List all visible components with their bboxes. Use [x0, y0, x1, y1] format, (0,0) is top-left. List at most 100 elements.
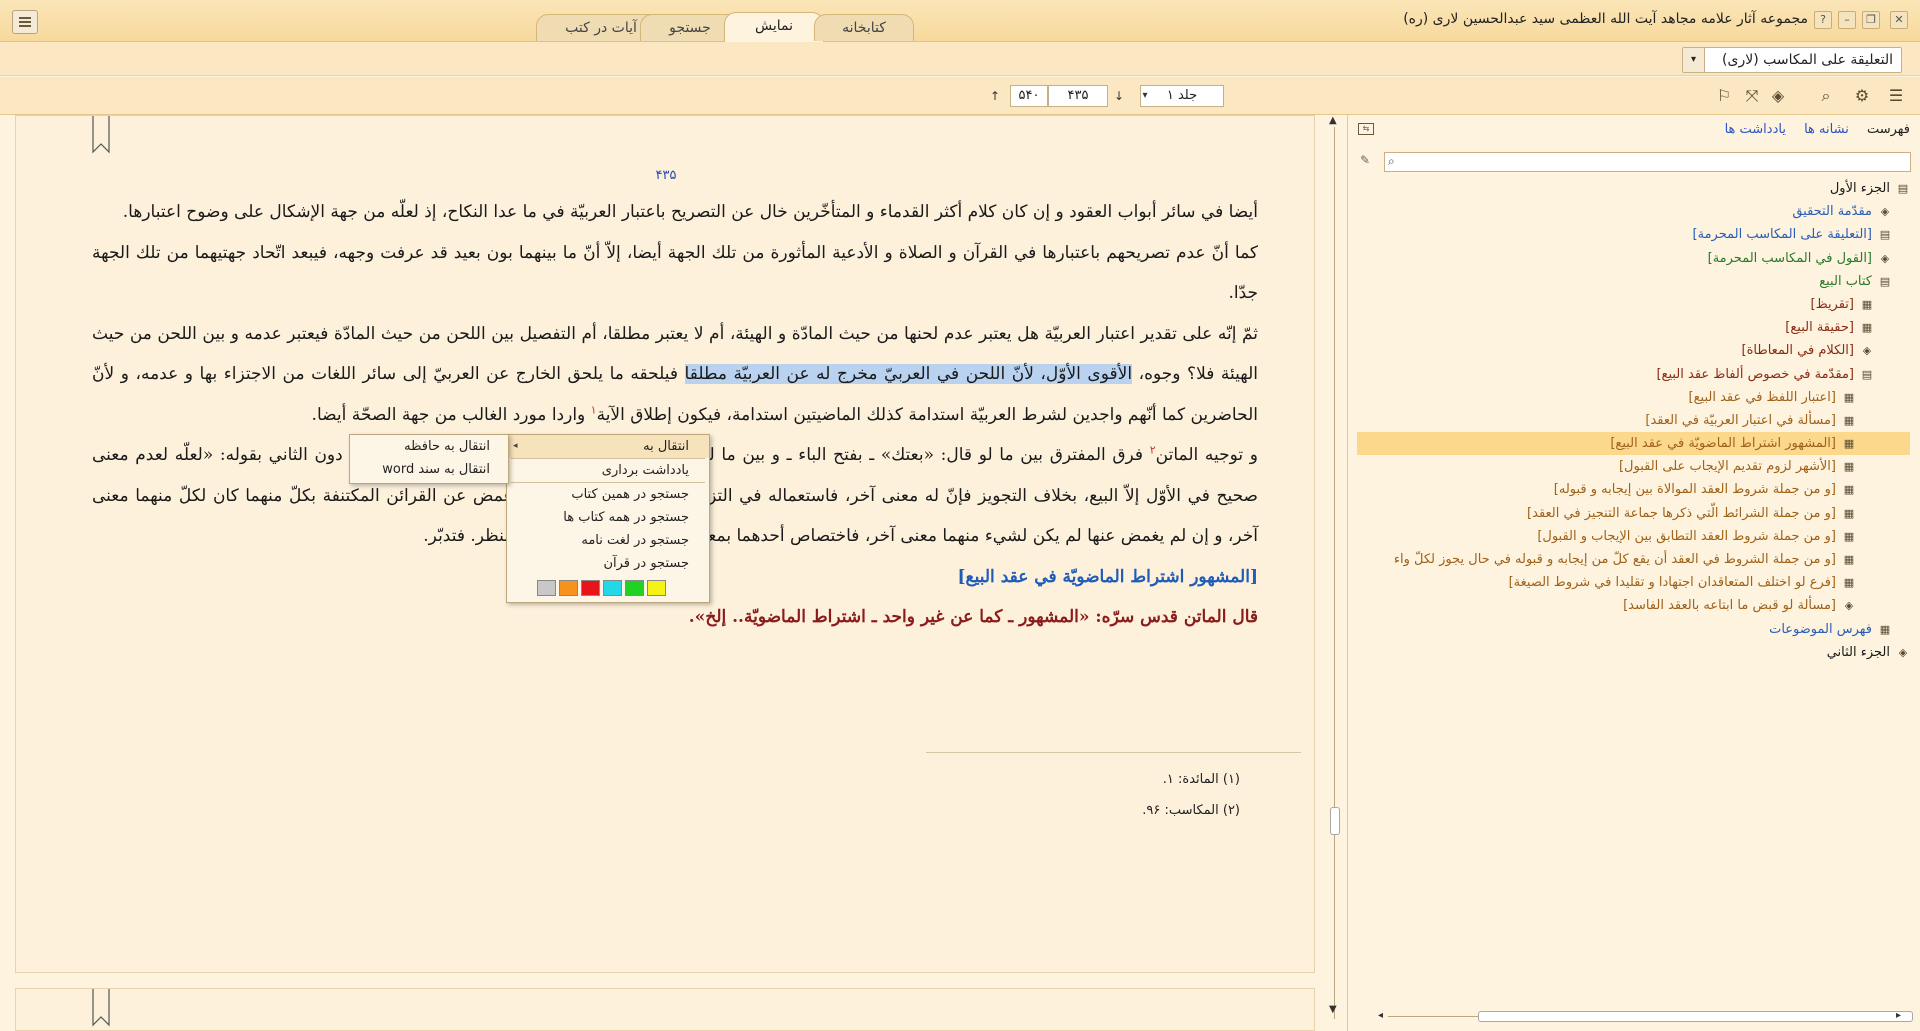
highlight-color-swatch[interactable] [647, 580, 666, 596]
highlight-color-swatch[interactable] [559, 580, 578, 596]
search-icon[interactable]: ⌕ [1814, 84, 1838, 108]
section-icon: ◈ [1898, 645, 1908, 659]
toc-item[interactable]: ◈ مقدّمة التحقیق [1357, 200, 1910, 223]
menu-item-move-to[interactable]: انتقال به ◂ [507, 435, 709, 458]
page-number: ۴۳۵ [655, 168, 677, 183]
footnote: (۱) المائدة: ۱. [1162, 772, 1240, 787]
help-button[interactable]: ? [1814, 11, 1832, 29]
toc-item[interactable]: ◈ [الکلام في المعاطاة] [1357, 339, 1910, 362]
toc-item[interactable]: ▦ [و من جملة شروط العقد الموالاة بین إیجا… [1357, 478, 1910, 501]
tab-toc[interactable]: فهرست [1867, 122, 1910, 137]
highlight-color-swatch[interactable] [581, 580, 600, 596]
tab-bookmarks[interactable]: نشانه ها [1804, 122, 1849, 137]
toc-item[interactable]: ▤ [مقدّمة في خصوص ألفاظ عقد البیع] [1357, 363, 1910, 386]
scroll-thumb[interactable] [1330, 807, 1340, 835]
highlight-color-swatch[interactable] [603, 580, 622, 596]
menu-item-search-quran[interactable]: جستجو در قرآن [507, 552, 709, 575]
fullscreen-icon[interactable]: ⤧ [1740, 84, 1764, 108]
tab-library[interactable]: کتابخانه [814, 14, 914, 41]
toc-item[interactable]: ▦ [مسألة في اعتبار العربیّة في العقد] [1357, 409, 1910, 432]
toc-item[interactable]: ▦ [تقریظ] [1357, 293, 1910, 316]
toc-item[interactable]: ◈ [القول في المکاسب المحرمة] [1357, 247, 1910, 270]
toc-item[interactable]: ▦ [و من جملة الشرائط الّتي ذکرها جماعة ال… [1357, 502, 1910, 525]
section-icon: ◈ [1880, 205, 1890, 219]
total-pages-value: ۵۴۰ [1018, 88, 1040, 103]
footnote: (۲) المکاسب: ۹۶. [1142, 803, 1240, 818]
bookmark-icon[interactable]: ⚐ [1712, 84, 1736, 108]
toc-item[interactable]: ▦ [المشهور اشتراط الماضویّة في عقد البیع] [1357, 432, 1910, 456]
toc-tree: ▤ الجزء الأول ◈ مقدّمة التحقیق ▤ [التعلیقة عل… [1357, 177, 1910, 664]
highlight-color-swatch[interactable] [537, 580, 556, 596]
section-icon: ◈ [1880, 251, 1890, 265]
menu-item-copy-to-clipboard[interactable]: انتقال به حافظه [350, 435, 508, 458]
toc-item[interactable]: ▦ [الأشهر لزوم تقدیم الإیجاب علی القبول] [1357, 455, 1910, 478]
next-page-preview[interactable] [15, 988, 1315, 1031]
menu-item-take-note[interactable]: یادداشت برداری [507, 459, 709, 482]
selected-text[interactable]: الأقوی الأوّل، لأنّ اللحن في العربيّ مخر… [684, 364, 1133, 384]
toc-item-label: [التعلیقة علی المکاسب المحرمة] [1692, 227, 1872, 243]
menu-item-search-dictionary[interactable]: جستجو در لغت نامه [507, 529, 709, 552]
section-icon: ◈ [1844, 599, 1854, 613]
paragraph: کما أنّ عدم تصریحهم باعتبارها في القرآن … [92, 242, 1258, 304]
layers-icon[interactable]: ◈ [1766, 84, 1790, 108]
toc-item-label: الجزء الأول [1829, 181, 1890, 196]
toc-item[interactable]: ◈ [مسألة لو قبض ما ابتاعه بالعقد الفاسد] [1357, 594, 1910, 617]
restore-button[interactable]: ❐ [1862, 11, 1880, 29]
highlight-color-palette [537, 580, 669, 596]
page-down-arrow-icon[interactable]: ↓ [1110, 85, 1128, 107]
toc-search-input[interactable]: ⌕ [1384, 152, 1911, 172]
app-menu-button[interactable] [12, 10, 38, 34]
close-button[interactable]: ✕ [1890, 11, 1908, 29]
page-up-arrow-icon[interactable]: ↑ [986, 85, 1004, 107]
page-bookmark-icon[interactable] [92, 989, 110, 1027]
title-bar: آیات در کتب جستجو نمایش کتابخانه مجموعه … [0, 0, 1920, 42]
toc-item[interactable]: ▤ کتاب البیع [1357, 270, 1910, 293]
menu-item-export-to-word[interactable]: انتقال به سند word [350, 458, 508, 481]
gear-icon[interactable]: ⚙ [1850, 84, 1874, 108]
highlight-color-swatch[interactable] [625, 580, 644, 596]
toc-item[interactable]: ▦ [اعتبار اللفظ في عقد البیع] [1357, 386, 1910, 409]
toc-item[interactable]: ▦ فهرس الموضوعات [1357, 618, 1910, 641]
scroll-down-icon[interactable]: ▼ [1329, 1004, 1337, 1015]
tab-notes[interactable]: یادداشت ها [1725, 122, 1786, 137]
toc-icon[interactable]: ☰ [1884, 84, 1908, 108]
page-icon: ▦ [1843, 460, 1855, 474]
book-bar: التعلیقة علی المکاسب (لاری) ▾ [0, 42, 1920, 76]
page-number-input[interactable]: ۴۳۵ [1048, 85, 1108, 107]
menu-item-label: انتقال به حافظه [404, 439, 490, 454]
chevron-down-icon[interactable]: ▾ [1683, 48, 1705, 72]
toc-item[interactable]: ▦ [و من جملة الشروط في العقد أن یقع کلّ م… [1357, 548, 1910, 571]
toc-item[interactable]: ▦ [و من جملة شروط العقد التطابق بین الإیج… [1357, 525, 1910, 548]
page-icon: ▦ [1879, 622, 1891, 636]
page-icon: ▦ [1843, 437, 1855, 451]
scroll-up-icon[interactable]: ▲ [1329, 115, 1337, 126]
chevron-down-icon[interactable]: ▾ [1136, 85, 1154, 107]
page-bookmark-icon[interactable] [92, 116, 110, 154]
document-scrollbar[interactable]: ▲ ▼ [1327, 115, 1343, 1031]
text-run: واردا مورد الغالب من جهة الصحّة أیضا. [311, 404, 591, 425]
book-selector[interactable]: التعلیقة علی المکاسب (لاری) ▾ [1682, 47, 1902, 73]
page-icon: ▦ [1861, 297, 1873, 311]
quote-heading: قال الماتن قدس سرّه: «المشهور ـ کما عن غ… [688, 607, 1258, 627]
page-icon: ▦ [1843, 413, 1855, 427]
menu-item-label: جستجو در قرآن [603, 556, 689, 571]
submenu-arrow-icon: ◂ [513, 441, 518, 451]
scroll-thumb[interactable] [1478, 1011, 1913, 1022]
toc-item-label: [مقدّمة في خصوص ألفاظ عقد البیع] [1656, 366, 1854, 382]
toc-item[interactable]: ◈ الجزء الثاني [1357, 641, 1910, 664]
minimize-button[interactable]: – [1838, 11, 1856, 29]
menu-item-search-all-books[interactable]: جستجو در همه کتاب ها [507, 506, 709, 529]
toc-item[interactable]: ▦ [فرع لو اختلف المتعاقدان اجتهادا و تقلی… [1357, 571, 1910, 594]
panel-toggle-icon[interactable]: ⇆ [1358, 123, 1374, 135]
pin-icon[interactable]: ✎ [1360, 153, 1370, 167]
toc-item[interactable]: ▦ [حقیقة البیع] [1357, 316, 1910, 339]
panel-horizontal-scrollbar[interactable]: ◂ ▸ [1378, 1009, 1913, 1025]
scroll-right-icon[interactable]: ▸ [1896, 1010, 1901, 1021]
page-icon: ▦ [1843, 483, 1855, 497]
scroll-left-icon[interactable]: ◂ [1378, 1010, 1383, 1021]
toc-item-label: [فرع لو اختلف المتعاقدان اجتهادا و تقلید… [1508, 575, 1836, 591]
toc-item[interactable]: ▤ الجزء الأول [1357, 177, 1910, 200]
toc-item[interactable]: ▤ [التعلیقة علی المکاسب المحرمة] [1357, 223, 1910, 246]
menu-item-search-this-book[interactable]: جستجو در همین کتاب [507, 483, 709, 506]
tab-display[interactable]: نمایش [724, 12, 824, 42]
